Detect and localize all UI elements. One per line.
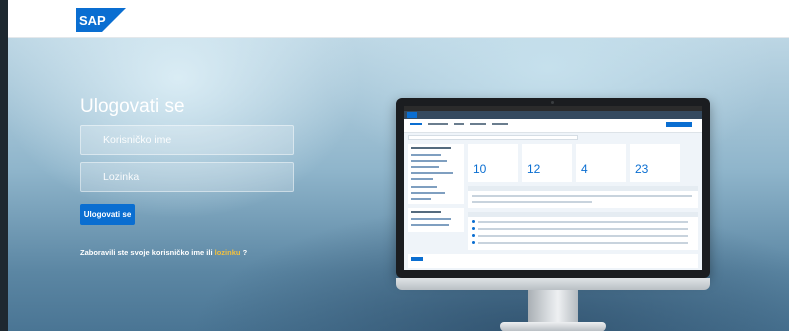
screen-tab — [470, 123, 486, 125]
screen-side-line — [411, 172, 453, 174]
screen-side-line — [411, 198, 431, 200]
screen-kpi-value: 4 — [581, 162, 588, 176]
screen-side-line — [411, 154, 441, 156]
screen-kpi-value: 12 — [527, 162, 541, 176]
password-input[interactable] — [80, 162, 294, 192]
screen-table-row — [472, 201, 592, 203]
screen-side-line — [411, 224, 449, 226]
login-hero: Ulogovati se Ulogovati se Zaboravili ste… — [8, 38, 789, 331]
screen-tab — [454, 123, 464, 125]
screen-sap-logo — [407, 112, 417, 118]
screen-tab — [428, 123, 448, 125]
screen-kpi-tile: 23 — [630, 144, 680, 182]
forgot-password-link[interactable]: lozinku — [215, 248, 241, 257]
screen-kpi-tile: 4 — [576, 144, 626, 182]
sap-logo-text: SAP — [79, 13, 106, 28]
login-button[interactable]: Ulogovati se — [80, 204, 135, 225]
screen-side-line — [411, 178, 433, 180]
screen-kpi-tile: 12 — [522, 144, 572, 182]
screen-list-bullet — [472, 227, 475, 230]
username-input[interactable] — [80, 125, 294, 155]
screen-tab — [492, 123, 508, 125]
screen-list-bullet — [472, 241, 475, 244]
screen-side-line — [411, 211, 441, 213]
monitor-stand-base — [500, 322, 606, 331]
monitor-illustration: 10 12 4 23 — [396, 98, 710, 278]
screen-side-line — [411, 186, 437, 188]
screen-footer — [408, 254, 698, 268]
screen-list-bullet — [472, 220, 475, 223]
top-header: SAP — [8, 0, 789, 38]
screen-list-panel — [468, 212, 698, 250]
screen-action-button — [666, 122, 692, 127]
screen-list-row — [478, 242, 688, 244]
screen-table-panel — [468, 186, 698, 208]
screen-panel-header — [468, 212, 698, 217]
monitor-chin — [396, 278, 710, 290]
screen-list-row — [478, 228, 688, 230]
screen-panel-header — [468, 186, 698, 191]
monitor-stand-neck — [528, 290, 578, 322]
screen-side-line — [411, 192, 445, 194]
forgot-credentials-text: Zaboravili ste svoje korisničko ime ili … — [80, 248, 247, 257]
screen-table-row — [472, 195, 692, 197]
screen-side-line — [411, 166, 439, 168]
screen-filter-bar — [408, 135, 578, 140]
sap-logo[interactable]: SAP — [76, 8, 126, 32]
screen-kpi-value: 23 — [635, 162, 649, 176]
screen-side-panel — [408, 144, 464, 204]
screen-side-line — [411, 218, 451, 220]
screen-kpi-tile: 10 — [468, 144, 518, 182]
forgot-suffix: ? — [240, 248, 248, 257]
monitor-screen: 10 12 4 23 — [404, 106, 702, 270]
screen-side-line — [411, 147, 451, 149]
screen-tabs — [404, 119, 702, 133]
monitor-camera — [551, 101, 554, 104]
forgot-text: Zaboravili ste svoje korisničko ime ili — [80, 248, 215, 257]
page-title: Ulogovati se — [80, 96, 185, 117]
screen-footer-logo — [411, 257, 423, 261]
screen-shell-bar — [404, 111, 702, 119]
page-frame: SAP Ulogovati se Ulogovati se Zaboravili… — [8, 0, 789, 331]
screen-list-row — [478, 221, 688, 223]
screen-kpi-value: 10 — [473, 162, 487, 176]
screen-tab — [410, 123, 422, 125]
screen-list-row — [478, 235, 688, 237]
screen-list-bullet — [472, 234, 475, 237]
screen-side-line — [411, 160, 447, 162]
screen-side-panel-2 — [408, 208, 464, 232]
